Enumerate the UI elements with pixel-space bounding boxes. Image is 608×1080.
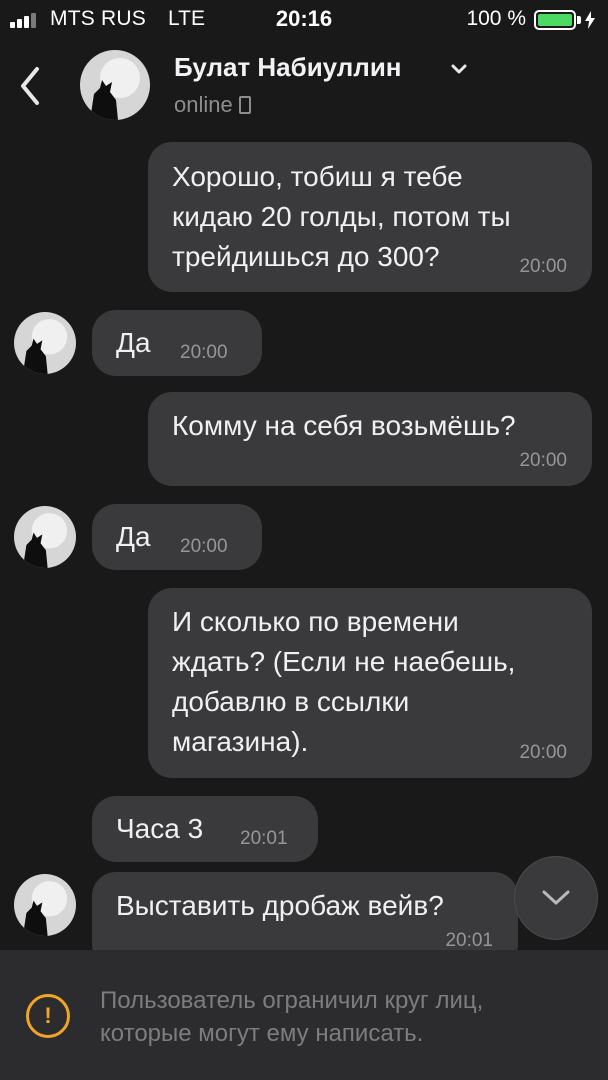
status-text: online: [174, 92, 233, 117]
message-text: Комму на себя возьмёшь?: [172, 410, 516, 441]
message-incoming[interactable]: Да 20:00: [92, 310, 262, 376]
message-outgoing[interactable]: И сколько по времени ждать? (Если не нае…: [148, 588, 592, 778]
message-time: 20:01: [445, 930, 493, 951]
restriction-text: Пользователь ограничил круг лиц, которые…: [100, 987, 484, 1047]
message-time: 20:00: [519, 256, 567, 277]
message-text: Выставить дробаж вейв?: [116, 890, 444, 921]
message-time: 20:00: [180, 536, 228, 557]
message-time: 20:01: [240, 828, 288, 849]
phone-icon: [238, 96, 251, 114]
message-time: 20:00: [519, 450, 567, 471]
wolf-moon-avatar-image: [14, 312, 76, 374]
wolf-moon-avatar-image: [80, 50, 150, 120]
contact-avatar[interactable]: [80, 50, 150, 120]
chevron-down-icon: [542, 890, 570, 905]
chevron-left-icon: [21, 67, 39, 105]
message-text: И сколько по времени ждать? (Если не нае…: [172, 606, 516, 757]
message-text: Хорошо, тобиш я тебе кидаю 20 голды, пот…: [172, 161, 511, 272]
status-bar: MTS RUS LTE 20:16 100 %: [0, 0, 608, 40]
message-incoming[interactable]: Часа 3 20:01: [92, 796, 318, 862]
wolf-moon-avatar-image: [14, 506, 76, 568]
message-outgoing[interactable]: Комму на себя возьмёшь? 20:00: [148, 392, 592, 486]
chat-screen: MTS RUS LTE 20:16 100 % Булат Набиуллин: [0, 0, 608, 1080]
sender-avatar[interactable]: [14, 874, 76, 936]
scroll-to-bottom-button[interactable]: [514, 856, 598, 940]
message-time: 20:00: [519, 742, 567, 763]
message-outgoing[interactable]: Хорошо, тобиш я тебе кидаю 20 голды, пот…: [148, 142, 592, 292]
charging-icon: [585, 11, 595, 29]
contact-status: online: [174, 92, 251, 118]
battery-percent: 100 %: [466, 7, 526, 30]
back-button[interactable]: [8, 60, 52, 112]
chevron-down-icon[interactable]: [450, 62, 468, 76]
wolf-moon-avatar-image: [14, 874, 76, 936]
battery-icon: [534, 10, 576, 30]
warning-icon: !: [26, 994, 70, 1038]
sender-avatar[interactable]: [14, 506, 76, 568]
battery-tip: [577, 16, 581, 24]
message-incoming[interactable]: Да 20:00: [92, 504, 262, 570]
messaging-restricted-banner: ! Пользователь ограничил круг лиц, котор…: [0, 950, 608, 1080]
chat-header: Булат Набиуллин online: [0, 40, 608, 136]
contact-name[interactable]: Булат Набиуллин: [174, 52, 402, 83]
sender-avatar[interactable]: [14, 312, 76, 374]
message-time: 20:00: [180, 342, 228, 363]
